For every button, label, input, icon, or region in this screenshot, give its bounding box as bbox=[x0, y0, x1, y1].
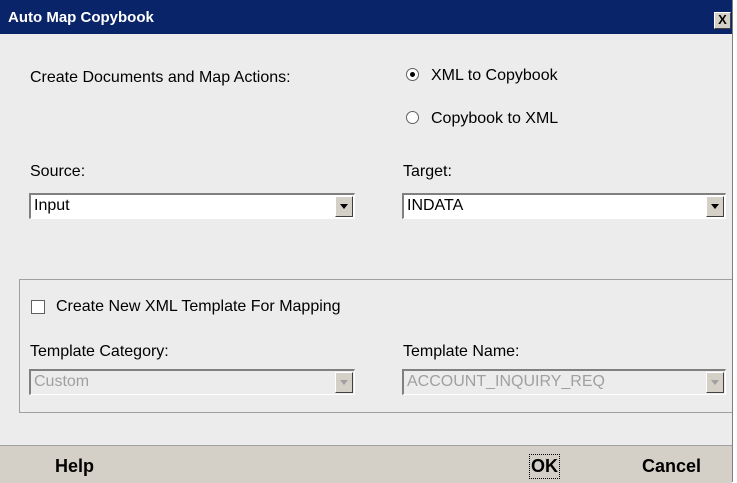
chevron-down-icon[interactable] bbox=[335, 196, 353, 217]
target-value: INDATA bbox=[407, 197, 464, 214]
create-template-label[interactable]: Create New XML Template For Mapping bbox=[56, 298, 341, 316]
chevron-down-icon[interactable] bbox=[335, 372, 353, 393]
ok-button[interactable]: OK bbox=[529, 454, 560, 479]
title-bar[interactable]: Auto Map Copybook X bbox=[0, 0, 732, 34]
map-actions-label: Create Documents and Map Actions: bbox=[30, 69, 291, 86]
template-name-label: Template Name: bbox=[403, 343, 520, 360]
close-icon: X bbox=[718, 12, 727, 27]
chevron-down-icon[interactable] bbox=[706, 196, 724, 217]
radio-xml-to-copybook[interactable] bbox=[406, 68, 419, 81]
source-label: Source: bbox=[30, 163, 86, 180]
radio-copybook-to-xml[interactable] bbox=[406, 111, 419, 124]
radio-xml-to-copybook-label[interactable]: XML to Copybook bbox=[431, 67, 558, 85]
template-name-value: ACCOUNT_INQUIRY_REQ bbox=[407, 373, 605, 390]
template-category-value: Custom bbox=[34, 373, 90, 390]
source-value: Input bbox=[34, 197, 70, 214]
button-bar: Help OK Cancel bbox=[0, 445, 732, 483]
template-category-dropdown[interactable]: Custom bbox=[29, 369, 355, 395]
target-label: Target: bbox=[403, 163, 452, 180]
create-template-checkbox[interactable] bbox=[31, 300, 45, 314]
window-title: Auto Map Copybook bbox=[8, 9, 154, 26]
template-name-dropdown[interactable]: ACCOUNT_INQUIRY_REQ bbox=[402, 369, 726, 395]
close-button[interactable]: X bbox=[714, 12, 731, 29]
template-category-label: Template Category: bbox=[30, 343, 169, 360]
source-dropdown[interactable]: Input bbox=[29, 193, 355, 219]
target-dropdown[interactable]: INDATA bbox=[402, 193, 726, 219]
radio-copybook-to-xml-label[interactable]: Copybook to XML bbox=[431, 110, 558, 128]
help-button[interactable]: Help bbox=[55, 456, 94, 477]
chevron-down-icon[interactable] bbox=[706, 372, 724, 393]
cancel-button[interactable]: Cancel bbox=[642, 456, 701, 477]
auto-map-dialog: Auto Map Copybook X Create Documents and… bbox=[0, 0, 733, 483]
